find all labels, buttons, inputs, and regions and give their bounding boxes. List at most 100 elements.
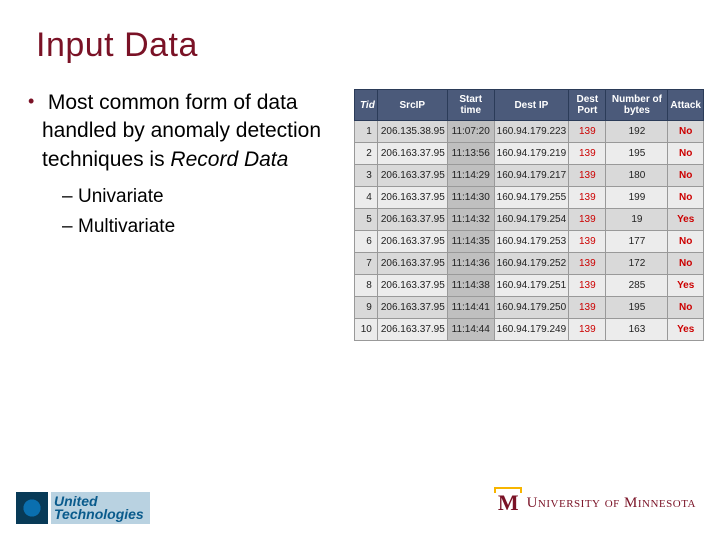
cell-nbytes: 177 (606, 231, 668, 253)
cell-nbytes: 172 (606, 253, 668, 275)
cell-destip: 160.94.179.249 (494, 319, 569, 341)
cell-tid: 7 (355, 253, 378, 275)
cell-destport: 139 (569, 121, 606, 143)
record-data-table: Tid SrcIP Start time Dest IP Dest Port N… (354, 89, 704, 341)
cell-tid: 8 (355, 275, 378, 297)
cell-destip: 160.94.179.217 (494, 165, 569, 187)
cell-destport: 139 (569, 143, 606, 165)
cell-destip: 160.94.179.251 (494, 275, 569, 297)
cell-nbytes: 192 (606, 121, 668, 143)
cell-attack: No (668, 165, 704, 187)
cell-start-time: 11:14:30 (447, 187, 494, 209)
cell-destip: 160.94.179.255 (494, 187, 569, 209)
cell-start-time: 11:14:41 (447, 297, 494, 319)
cell-attack: No (668, 231, 704, 253)
col-attack: Attack (668, 90, 704, 121)
cell-attack: Yes (668, 319, 704, 341)
umn-logo: M University of Minnesota (498, 490, 696, 516)
cell-destport: 139 (569, 275, 606, 297)
bullet-main: Most common form of data handled by anom… (42, 89, 344, 243)
cell-srcip: 206.163.37.95 (377, 319, 447, 341)
table-row: 2206.163.37.9511:13:56160.94.179.2191391… (355, 143, 704, 165)
cell-tid: 1 (355, 121, 378, 143)
cell-destip: 160.94.179.219 (494, 143, 569, 165)
cell-destport: 139 (569, 319, 606, 341)
bullet-list-area: Most common form of data handled by anom… (24, 89, 344, 341)
cell-nbytes: 195 (606, 297, 668, 319)
cell-tid: 5 (355, 209, 378, 231)
cell-start-time: 11:07:20 (447, 121, 494, 143)
cell-srcip: 206.163.37.95 (377, 187, 447, 209)
table-row: 10206.163.37.9511:14:44160.94.179.249139… (355, 319, 704, 341)
cell-tid: 6 (355, 231, 378, 253)
col-start-time: Start time (447, 90, 494, 121)
cell-start-time: 11:14:44 (447, 319, 494, 341)
cell-start-time: 11:14:36 (447, 253, 494, 275)
table-row: 1206.135.38.9511:07:20160.94.179.2231391… (355, 121, 704, 143)
table-row: 8206.163.37.9511:14:38160.94.179.2511392… (355, 275, 704, 297)
cell-srcip: 206.163.37.95 (377, 231, 447, 253)
cell-tid: 10 (355, 319, 378, 341)
table-row: 9206.163.37.9511:14:41160.94.179.2501391… (355, 297, 704, 319)
cell-destport: 139 (569, 231, 606, 253)
col-destip: Dest IP (494, 90, 569, 121)
cell-attack: No (668, 297, 704, 319)
cell-destip: 160.94.179.252 (494, 253, 569, 275)
cell-attack: No (668, 253, 704, 275)
cell-nbytes: 285 (606, 275, 668, 297)
umn-m-icon: M (498, 490, 519, 516)
cell-nbytes: 19 (606, 209, 668, 231)
cell-nbytes: 195 (606, 143, 668, 165)
cell-start-time: 11:14:38 (447, 275, 494, 297)
table-row: 3206.163.37.9511:14:29160.94.179.2171391… (355, 165, 704, 187)
cell-tid: 4 (355, 187, 378, 209)
cell-destport: 139 (569, 209, 606, 231)
cell-attack: No (668, 121, 704, 143)
table-header-row: Tid SrcIP Start time Dest IP Dest Port N… (355, 90, 704, 121)
bullet-main-emph: Record Data (170, 148, 288, 171)
cell-destip: 160.94.179.254 (494, 209, 569, 231)
cell-tid: 9 (355, 297, 378, 319)
united-technologies-logo: UnitedTechnologies (16, 492, 150, 524)
cell-destport: 139 (569, 165, 606, 187)
col-destport: Dest Port (569, 90, 606, 121)
cell-srcip: 206.163.37.95 (377, 253, 447, 275)
cell-attack: Yes (668, 209, 704, 231)
cog-icon (16, 492, 48, 524)
cell-start-time: 11:14:29 (447, 165, 494, 187)
cell-nbytes: 199 (606, 187, 668, 209)
cell-tid: 3 (355, 165, 378, 187)
umn-text: University of Minnesota (527, 495, 696, 512)
cell-srcip: 206.163.37.95 (377, 275, 447, 297)
cell-destport: 139 (569, 253, 606, 275)
cell-tid: 2 (355, 143, 378, 165)
cell-start-time: 11:14:35 (447, 231, 494, 253)
cell-nbytes: 163 (606, 319, 668, 341)
data-table-area: Tid SrcIP Start time Dest IP Dest Port N… (354, 89, 704, 341)
cell-attack: No (668, 187, 704, 209)
bullet-sub-multivariate: Multivariate (78, 212, 344, 242)
col-nbytes: Number of bytes (606, 90, 668, 121)
cell-destip: 160.94.179.223 (494, 121, 569, 143)
cell-attack: No (668, 143, 704, 165)
col-srcip: SrcIP (377, 90, 447, 121)
cell-srcip: 206.163.37.95 (377, 165, 447, 187)
slide-title: Input Data (0, 0, 720, 65)
footer: UnitedTechnologies M University of Minne… (0, 484, 720, 524)
cell-srcip: 206.163.37.95 (377, 209, 447, 231)
cell-nbytes: 180 (606, 165, 668, 187)
bullet-sub-univariate: Univariate (78, 182, 344, 212)
cell-destip: 160.94.179.253 (494, 231, 569, 253)
cell-destip: 160.94.179.250 (494, 297, 569, 319)
table-row: 7206.163.37.9511:14:36160.94.179.2521391… (355, 253, 704, 275)
cell-srcip: 206.163.37.95 (377, 297, 447, 319)
cell-destport: 139 (569, 187, 606, 209)
cell-srcip: 206.163.37.95 (377, 143, 447, 165)
col-tid: Tid (355, 90, 378, 121)
united-technologies-text: UnitedTechnologies (51, 492, 150, 523)
table-row: 6206.163.37.9511:14:35160.94.179.2531391… (355, 231, 704, 253)
table-row: 4206.163.37.9511:14:30160.94.179.2551391… (355, 187, 704, 209)
cell-start-time: 11:14:32 (447, 209, 494, 231)
cell-start-time: 11:13:56 (447, 143, 494, 165)
cell-destport: 139 (569, 297, 606, 319)
